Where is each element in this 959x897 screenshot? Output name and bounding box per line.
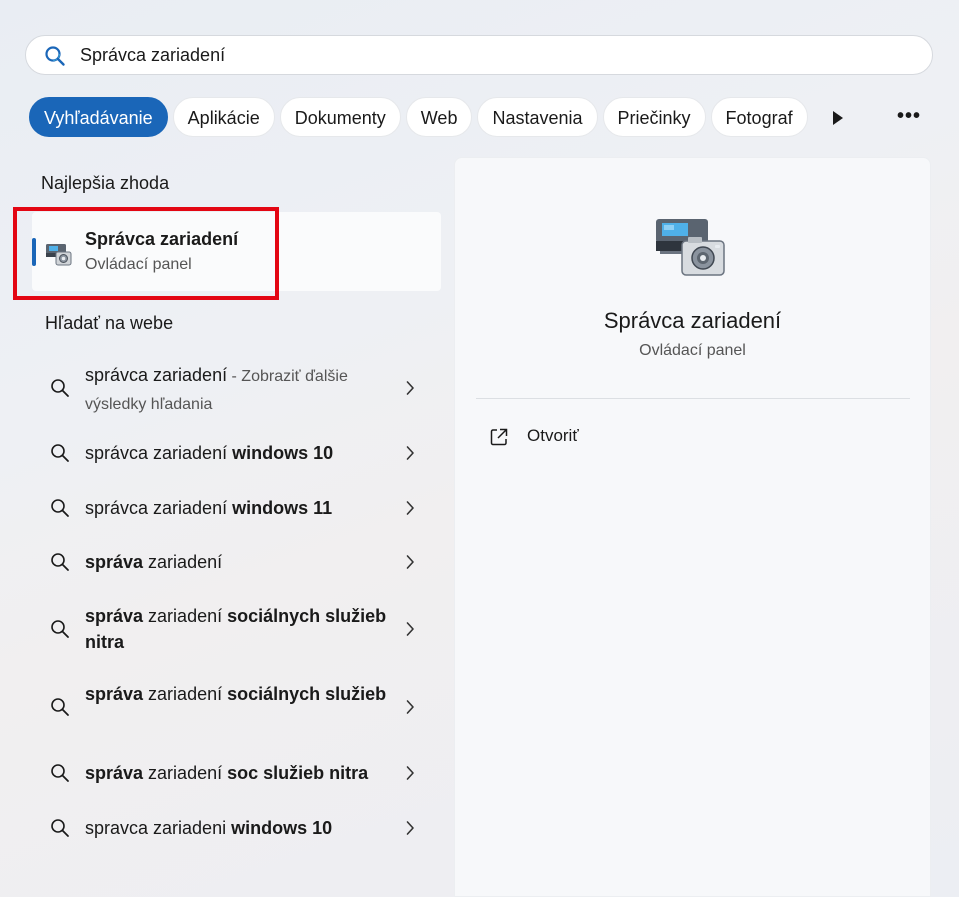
- more-options-button[interactable]: •••: [892, 104, 926, 132]
- chevron-right-icon: [406, 766, 414, 780]
- web-result-text: správa zariadení soc služieb nitra: [85, 763, 369, 783]
- detail-title: Správca zariadení: [603, 308, 782, 333]
- tab-search[interactable]: Vyhľadávanie: [29, 97, 168, 137]
- web-result-item[interactable]: správca zariadení windows 10: [32, 440, 441, 466]
- open-external-icon: [490, 428, 508, 446]
- search-icon: [51, 444, 69, 462]
- search-icon: [51, 379, 69, 397]
- search-icon: [45, 46, 65, 66]
- search-icon: [51, 764, 69, 782]
- divider: [476, 398, 910, 399]
- web-result-item[interactable]: správa zariadení: [32, 549, 441, 575]
- search-icon: [51, 499, 69, 517]
- web-result-item[interactable]: správca zariadení - Zobraziť ďalšie výsl…: [32, 362, 441, 414]
- search-box[interactable]: [25, 35, 933, 75]
- device-manager-large-icon: [656, 219, 725, 276]
- scroll-filters-right-icon[interactable]: [831, 109, 845, 127]
- web-result-item[interactable]: správa zariadení sociálnych služieb nitr…: [32, 603, 441, 655]
- chevron-right-icon: [406, 555, 414, 569]
- web-result-item[interactable]: správca zariadení windows 11: [32, 495, 441, 521]
- search-icon: [51, 698, 69, 716]
- search-icon: [51, 553, 69, 571]
- tab-web[interactable]: Web: [405, 97, 473, 137]
- web-result-text: správca zariadení windows 10: [85, 443, 334, 463]
- selection-indicator: [32, 238, 36, 266]
- search-icon: [51, 819, 69, 837]
- best-match-subtitle: Ovládací panel: [85, 256, 192, 273]
- best-match-title: Správca zariadení: [85, 229, 239, 249]
- web-result-text: správa zariadení: [85, 552, 223, 572]
- web-result-text: správca zariadení windows 11: [85, 498, 333, 518]
- web-result-text: správa zariadení sociálnych služieb nitr…: [85, 606, 387, 652]
- chevron-right-icon: [406, 821, 414, 835]
- web-result-text: správa zariadení sociálnych služieb: [85, 684, 387, 704]
- search-input[interactable]: [80, 36, 910, 74]
- chevron-right-icon: [406, 446, 414, 460]
- web-search-heading: Hľadať na webe: [45, 313, 174, 333]
- search-icon: [51, 620, 69, 638]
- web-result-item[interactable]: správa zariadení sociálnych služieb: [32, 681, 441, 733]
- best-match-item[interactable]: Správca zariadení Ovládací panel: [32, 212, 441, 291]
- open-action[interactable]: Otvoriť: [489, 424, 689, 450]
- chevron-right-icon: [406, 622, 414, 636]
- tab-folders[interactable]: Priečinky: [602, 97, 706, 137]
- tab-photos[interactable]: Fotograf: [710, 97, 808, 137]
- web-result-text: spravca zariadeni windows 10: [85, 818, 333, 838]
- tab-settings[interactable]: Nastavenia: [477, 97, 598, 137]
- best-match-heading: Najlepšia zhoda: [41, 173, 170, 193]
- filter-tabs: Vyhľadávanie Aplikácie Dokumenty Web Nastave…: [29, 97, 809, 139]
- chevron-right-icon: [406, 501, 414, 515]
- web-result-text: správca zariadení - Zobraziť ďalšie výsl…: [85, 365, 348, 413]
- tab-documents[interactable]: Dokumenty: [279, 97, 401, 137]
- chevron-right-icon: [406, 700, 414, 714]
- web-result-item[interactable]: správa zariadení soc služieb nitra: [32, 760, 441, 786]
- web-result-item[interactable]: spravca zariadeni windows 10: [32, 815, 441, 841]
- detail-subtitle: Ovládací panel: [639, 342, 746, 359]
- chevron-right-icon: [406, 381, 414, 395]
- detail-pane: Správca zariadení Ovládací panel Otvoriť: [454, 157, 931, 897]
- tab-apps[interactable]: Aplikácie: [172, 97, 275, 137]
- open-label: Otvoriť: [527, 426, 579, 445]
- device-manager-icon: [46, 244, 72, 266]
